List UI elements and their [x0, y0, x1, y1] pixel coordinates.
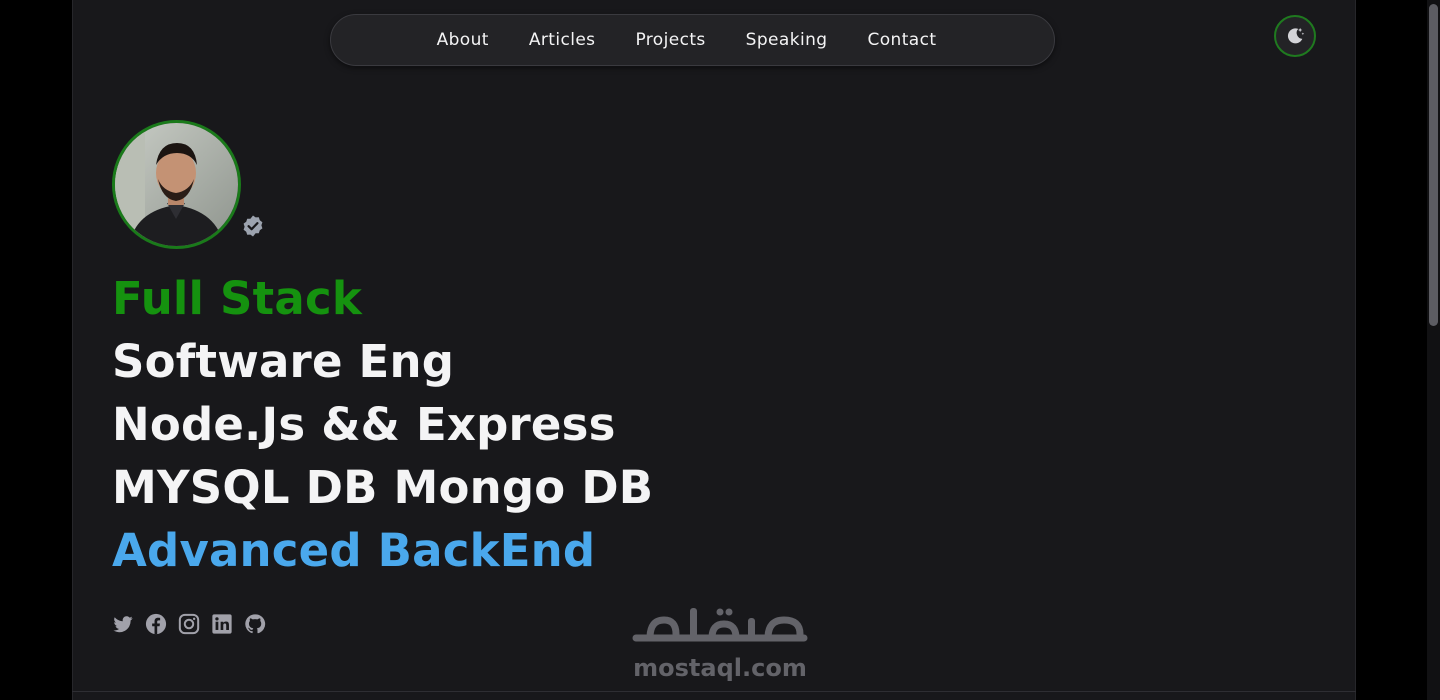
hero-title-databases: MYSQL DB Mongo DB — [112, 461, 654, 514]
watermark-text: mostaql.com — [633, 654, 807, 682]
mostaql-logo-icon — [632, 608, 808, 642]
verified-badge-icon — [243, 215, 263, 237]
avatar-photo — [115, 123, 238, 246]
theme-toggle-button[interactable] — [1274, 15, 1316, 57]
main-navigation: About Articles Projects Speaking Contact — [330, 14, 1055, 66]
twitter-icon — [113, 616, 133, 633]
hero-title-advanced-backend: Advanced BackEnd — [112, 524, 596, 577]
nav-articles[interactable]: Articles — [509, 30, 616, 50]
footer-divider — [72, 691, 1356, 692]
mostaql-watermark: mostaql.com — [628, 598, 812, 690]
facebook-icon — [145, 613, 167, 635]
nav-speaking[interactable]: Speaking — [726, 30, 848, 50]
hero-title-full-stack: Full Stack — [112, 272, 362, 325]
avatar — [112, 120, 241, 249]
linkedin-link[interactable] — [210, 612, 234, 636]
twitter-link[interactable] — [111, 612, 135, 636]
github-icon — [245, 614, 266, 634]
github-link[interactable] — [243, 612, 267, 636]
linkedin-icon — [212, 614, 232, 634]
instagram-link[interactable] — [177, 612, 201, 636]
instagram-icon — [178, 613, 200, 635]
nav-about[interactable]: About — [417, 30, 509, 50]
hero-title-node-express: Node.Js && Express — [112, 398, 616, 451]
moon-icon — [1287, 27, 1305, 44]
facebook-link[interactable] — [144, 612, 168, 636]
scrollbar-thumb[interactable] — [1429, 4, 1438, 326]
nav-contact[interactable]: Contact — [847, 30, 956, 50]
hero-title-software-eng: Software Eng — [112, 335, 455, 388]
nav-projects[interactable]: Projects — [615, 30, 725, 50]
social-links — [111, 612, 267, 636]
